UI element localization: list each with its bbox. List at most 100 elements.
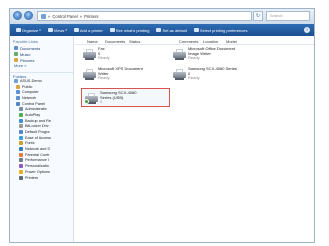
printer-office-image-writer[interactable]: Microsoft Office Document Image Writer Rea… — [173, 46, 235, 65]
column-documents[interactable]: Documents — [105, 39, 125, 44]
folder-icon — [16, 84, 20, 89]
printer-documents: 0 — [100, 99, 103, 105]
printer-status: Ready — [188, 55, 200, 61]
folder-tree-item[interactable]: Printers — [14, 175, 73, 181]
folder-icon — [19, 169, 23, 174]
folder-icon — [19, 107, 23, 112]
breadcrumb-separator: » — [48, 13, 51, 19]
printer-samsung-scx-4080-series[interactable]: Samsung SCX-4080 Series 0 Ready — [173, 66, 237, 85]
printer-icon — [173, 69, 186, 80]
more-link[interactable]: More » — [10, 63, 73, 70]
column-location[interactable]: Location — [203, 39, 218, 44]
chevron-down-icon: ▾ — [39, 28, 41, 32]
views-icon — [47, 28, 53, 32]
printer-status: Ready — [98, 75, 110, 81]
organize-label: Organize — [22, 27, 39, 33]
printer-fax[interactable]: Fax 0 Ready — [83, 46, 110, 65]
default-check-icon — [84, 99, 89, 104]
printer-status: Ready — [188, 75, 200, 81]
preferences-icon — [193, 28, 199, 32]
breadcrumb-control-panel[interactable]: Control Panel — [52, 14, 77, 19]
folder-icon — [19, 112, 23, 117]
column-comments[interactable]: Comments — [179, 39, 198, 44]
folder-tree-label: Computer — [22, 90, 39, 95]
back-button[interactable]: ‹ — [13, 11, 22, 20]
folder-tree-label: Network and S — [25, 147, 50, 152]
folder-tree-label: Public — [22, 84, 33, 89]
control-panel-icon — [41, 13, 46, 19]
folder-icon — [19, 164, 23, 169]
music-icon — [14, 52, 18, 56]
folder-icon — [19, 175, 23, 180]
help-icon[interactable]: ? — [304, 27, 310, 33]
printer-icon — [173, 49, 186, 60]
folder-tree-label: Control Panel — [22, 101, 46, 106]
queue-icon — [109, 28, 115, 32]
folder-tree-label: Performance I — [25, 158, 49, 163]
folder-icon — [19, 152, 23, 157]
printer-icon — [73, 28, 79, 32]
folder-icon — [19, 130, 23, 135]
printer-xps-writer[interactable]: Microsoft XPS Document Writer Ready — [83, 66, 143, 85]
folder-tree-label: Printers — [25, 175, 39, 180]
folder-icon — [16, 90, 20, 95]
folder-icon — [16, 101, 20, 106]
address-bar[interactable]: » Control Panel » Printers — [37, 11, 252, 21]
folder-tree-label: Default Progra — [25, 130, 50, 135]
folder-icon — [14, 78, 18, 83]
folder-tree-label: Network — [22, 95, 36, 100]
favorite-label: Documents — [20, 45, 41, 51]
pictures-icon — [14, 58, 18, 62]
see-printing-button[interactable]: See what's printing — [108, 27, 152, 34]
folder-tree-label: Ease of Access — [25, 135, 51, 140]
breadcrumb-separator: » — [79, 13, 83, 19]
organize-button[interactable]: Organize ▾ — [14, 27, 43, 34]
folder-icon — [19, 141, 23, 146]
address-bar-area: ‹ › » Control Panel » Printers ↻ Search — [10, 9, 314, 24]
add-printer-button[interactable]: Add a printer — [72, 27, 105, 34]
set-default-button[interactable]: Set as default — [154, 27, 188, 34]
chevron-down-icon: ▾ — [65, 28, 67, 32]
breadcrumb-printers[interactable]: Printers — [84, 14, 98, 19]
folder-tree-label: Backup and Re — [25, 118, 51, 123]
add-printer-label: Add a printer — [79, 27, 103, 33]
column-headers: Name Documents Status Comments Location … — [75, 38, 314, 45]
refresh-button[interactable]: ↻ — [253, 11, 263, 21]
folder-tree-label: Personalizatio — [25, 164, 49, 169]
folder-icon — [19, 118, 23, 123]
forward-button[interactable]: › — [24, 11, 33, 20]
folder-tree-label: Administrativ — [25, 107, 47, 112]
favorite-label: Music — [20, 51, 31, 57]
views-label: Views — [53, 27, 65, 33]
folder-tree-label: Parental Contr — [25, 152, 50, 157]
folder-tree-label: AutoPlay — [25, 112, 41, 117]
see-printing-label: See what's printing — [115, 27, 150, 33]
preferences-button[interactable]: Select printing preferences — [192, 27, 250, 34]
command-bar: Organize ▾ Views ▾ Add a printer See what'… — [10, 24, 314, 36]
views-button[interactable]: Views ▾ — [46, 27, 69, 34]
folder-tree-label: BitLocker Driv — [25, 124, 49, 129]
navigation-pane: Favorite Links Documents Music Pictures … — [10, 36, 74, 242]
set-default-label: Set as default — [162, 27, 187, 33]
printer-icon — [84, 93, 98, 104]
printer-samsung-scx-4080-usb[interactable]: Samsung SCX-4080 Series (USB) 0 — [81, 88, 170, 107]
folder-icon — [16, 95, 20, 100]
favorite-label: Pictures — [20, 57, 35, 63]
explorer-window: ‹ › » Control Panel » Printers ↻ Search … — [9, 8, 315, 243]
folder-icon — [19, 135, 23, 140]
folder-icon — [19, 147, 23, 152]
default-icon — [156, 28, 162, 32]
folder-tree: ASUS-Demo Public Computer Network Control Pa… — [10, 78, 73, 180]
search-input[interactable]: Search — [266, 11, 310, 21]
folder-icon — [19, 124, 23, 129]
folder-tree-label: ASUS-Demo — [20, 78, 42, 83]
column-name[interactable]: Name — [87, 39, 98, 44]
preferences-label: Select printing preferences — [199, 27, 248, 33]
column-model[interactable]: Model — [226, 39, 237, 44]
documents-icon — [14, 46, 18, 50]
printer-icon — [83, 69, 96, 80]
organize-icon — [16, 28, 21, 32]
folder-tree-label: Power Options — [25, 169, 50, 174]
column-status[interactable]: Status — [129, 39, 140, 44]
printers-list: Name Documents Status Comments Location … — [75, 36, 314, 242]
